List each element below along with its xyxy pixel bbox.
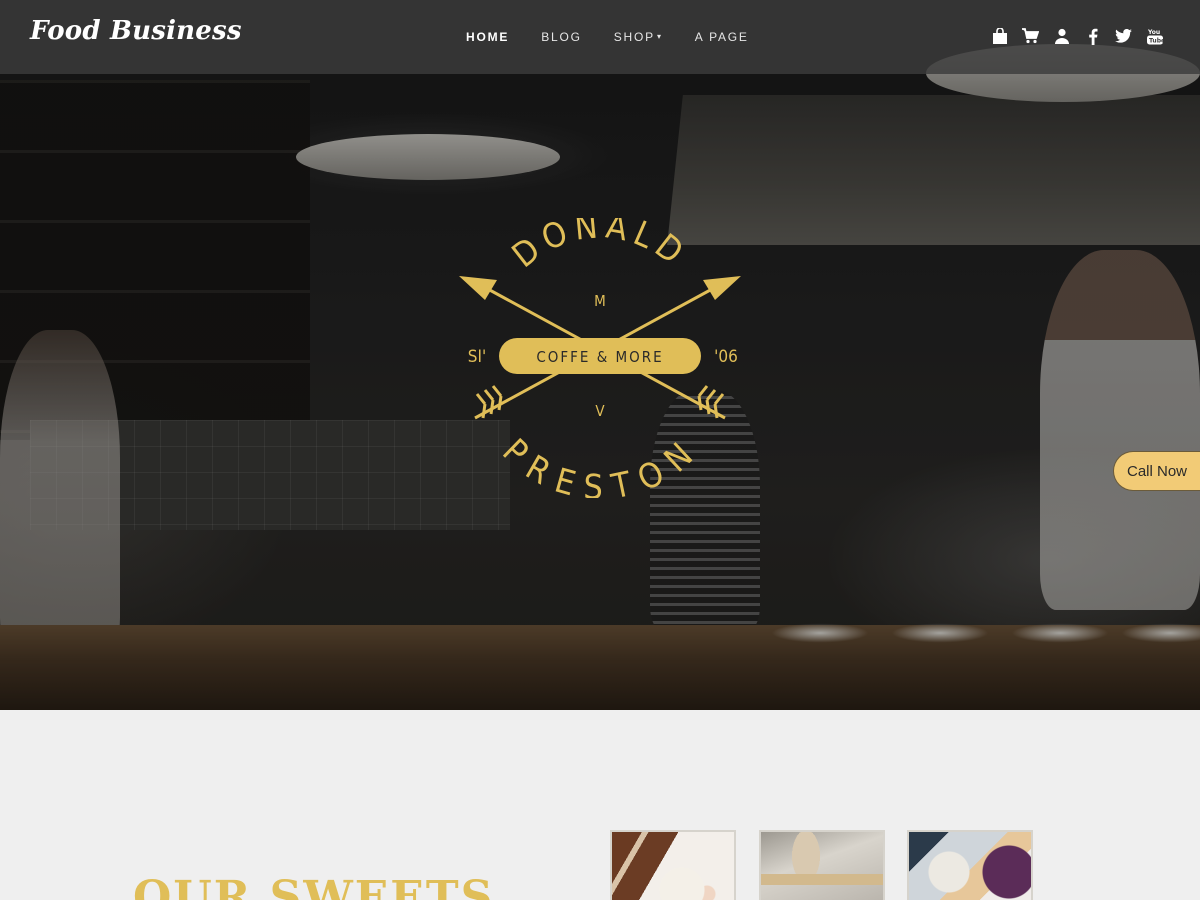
main-nav: HOME BLOG SHOP ▾ A PAGE xyxy=(466,30,749,44)
nav-shop[interactable]: SHOP ▾ xyxy=(614,30,663,44)
nav-blog[interactable]: BLOG xyxy=(541,30,582,44)
emblem-center-text: COFFE & MORE xyxy=(536,348,663,366)
call-now-button[interactable]: Call Now xyxy=(1113,451,1200,491)
nav-shop-label: SHOP xyxy=(613,30,655,44)
chevron-down-icon: ▾ xyxy=(656,32,663,41)
emblem-top-text: DONALD xyxy=(505,218,695,276)
site-logo[interactable]: Food Business xyxy=(30,16,242,46)
nav-a-page[interactable]: A PAGE xyxy=(695,30,749,44)
emblem-lower-initial: V xyxy=(595,402,605,420)
user-icon[interactable] xyxy=(1052,26,1071,46)
coffee-logo-emblem: COFFE & MORE SI' '06 M V DONALD PRESTON xyxy=(459,218,741,498)
site-header: Food Business HOME BLOG SHOP ▾ A PAGE You… xyxy=(0,0,1200,74)
sweets-thumbnail-coffee-cake[interactable] xyxy=(759,830,885,900)
facebook-icon[interactable] xyxy=(1083,26,1102,46)
hero-banner: COFFE & MORE SI' '06 M V DONALD PRESTON xyxy=(0,0,1200,710)
youtube-icon[interactable]: YouTube xyxy=(1145,26,1164,46)
svg-text:You: You xyxy=(1147,29,1160,36)
header-icons: YouTube xyxy=(990,26,1164,46)
svg-text:Tube: Tube xyxy=(1149,37,1163,44)
sweets-thumbnail-waffles[interactable] xyxy=(907,830,1033,900)
emblem-upper-initial: M xyxy=(594,292,606,310)
sweets-thumbnail-brownies[interactable] xyxy=(610,830,736,900)
cart-icon[interactable] xyxy=(1021,26,1040,46)
emblem-bottom-text: PRESTON xyxy=(495,431,706,498)
bag-icon[interactable] xyxy=(990,26,1009,46)
twitter-icon[interactable] xyxy=(1114,26,1133,46)
emblem-left-text: SI' xyxy=(468,347,486,367)
nav-home[interactable]: HOME xyxy=(466,30,509,44)
emblem-right-text: '06 xyxy=(714,347,738,367)
section-title: OUR SWEETS xyxy=(133,872,495,900)
